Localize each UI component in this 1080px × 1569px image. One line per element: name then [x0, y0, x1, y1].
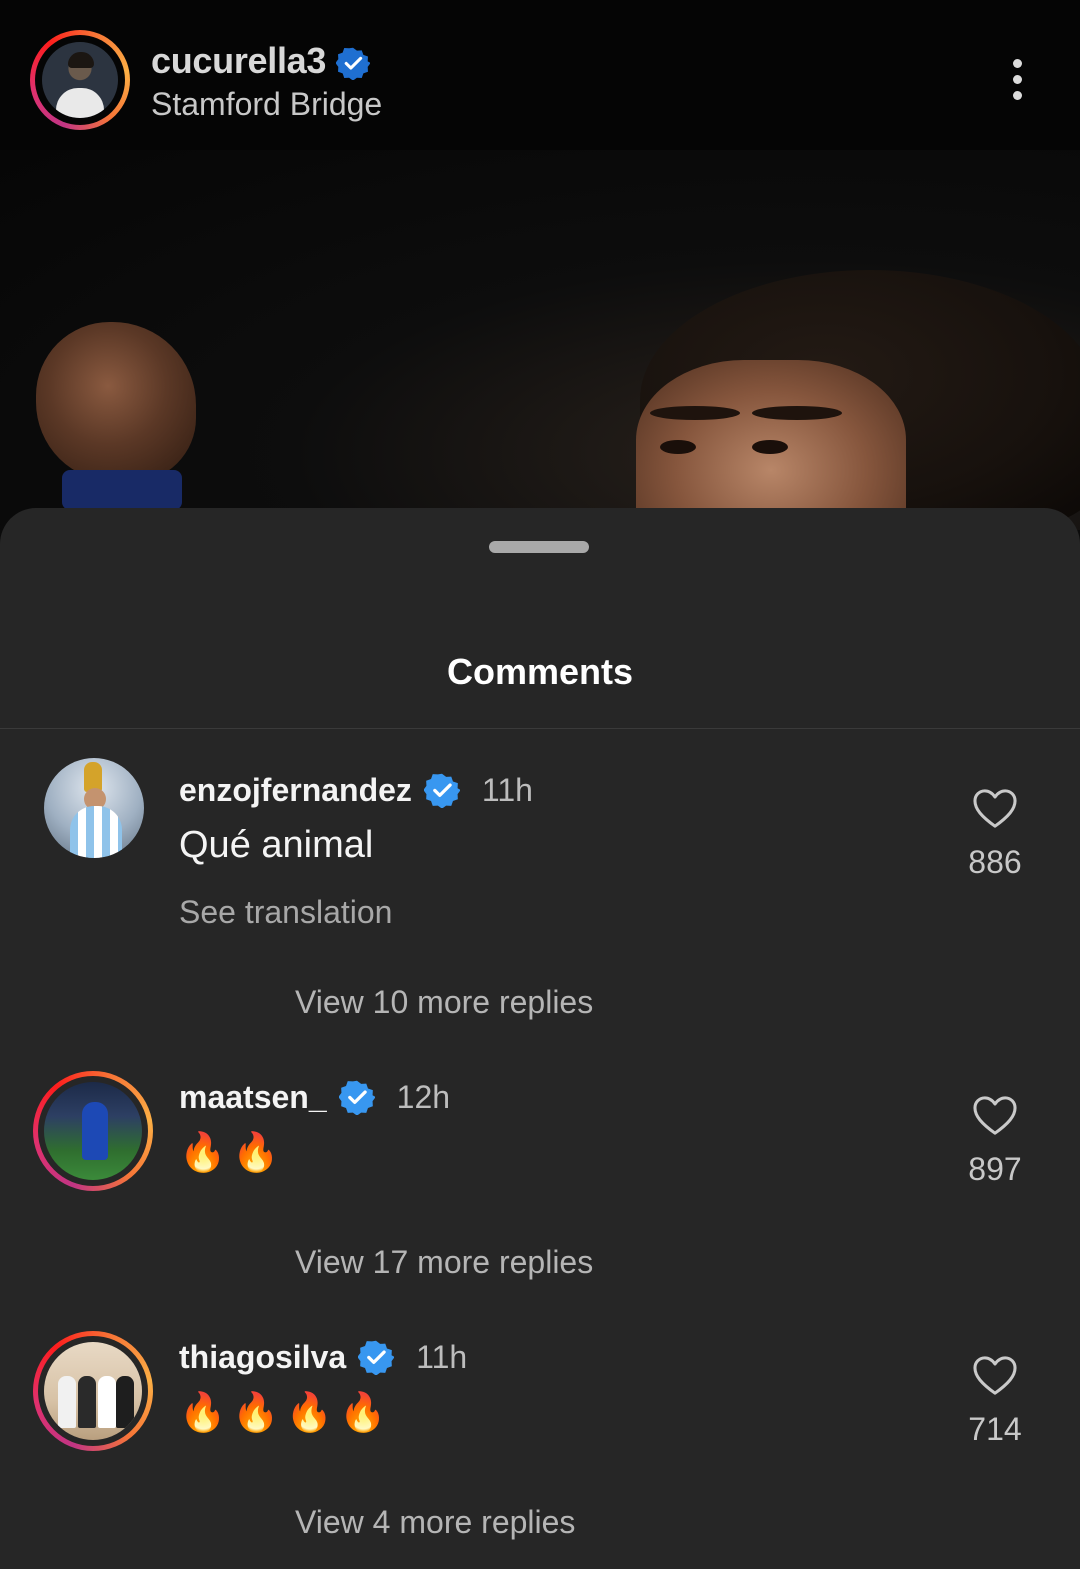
comment-header: enzojfernandez 11h: [179, 772, 533, 809]
right-eye: [752, 440, 788, 454]
commenter-username[interactable]: enzojfernandez: [179, 772, 412, 808]
like-control: 886: [966, 788, 1024, 881]
commenter-username[interactable]: thiagosilva: [179, 1339, 346, 1375]
sleeve: [62, 470, 182, 510]
post-photo[interactable]: [0, 150, 1080, 530]
poster-username-row[interactable]: cucurella3: [151, 40, 371, 82]
more-options-icon[interactable]: [1000, 55, 1036, 105]
like-count: 886: [968, 844, 1022, 880]
like-count: 897: [968, 1151, 1022, 1187]
comment-time: 11h: [481, 772, 533, 808]
comment-header: thiagosilva 11h: [179, 1339, 467, 1376]
like-control: 714: [966, 1355, 1024, 1448]
comment-text: 🔥🔥🔥🔥: [179, 1392, 393, 1434]
comment-text: 🔥🔥: [179, 1132, 286, 1174]
see-translation-link[interactable]: See translation: [179, 894, 392, 931]
raised-fist: [36, 322, 196, 482]
heart-icon[interactable]: [966, 1355, 1024, 1397]
post-location[interactable]: Stamford Bridge: [151, 86, 382, 123]
verified-badge-icon: [336, 46, 371, 81]
view-replies-link[interactable]: View 10 more replies: [295, 984, 593, 1021]
heart-icon[interactable]: [966, 1095, 1024, 1137]
commenter-avatar[interactable]: [44, 1082, 142, 1180]
poster-username[interactable]: cucurella3: [151, 40, 326, 81]
view-replies-link[interactable]: View 17 more replies: [295, 1244, 593, 1281]
comment-time: 11h: [416, 1339, 468, 1375]
commenter-avatar[interactable]: [44, 758, 144, 858]
verified-badge-icon: [338, 1079, 375, 1115]
commenter-avatar[interactable]: [44, 1342, 142, 1440]
like-control: 897: [966, 1095, 1024, 1188]
view-replies-link[interactable]: View 4 more replies: [295, 1504, 575, 1541]
sheet-title: Comments: [446, 651, 634, 692]
drag-handle[interactable]: [489, 541, 589, 553]
left-brow: [650, 406, 740, 420]
poster-avatar[interactable]: [42, 42, 118, 118]
comments-sheet: Comments enzojfernandez 11h Qué animal S…: [0, 508, 1080, 1569]
right-brow: [752, 406, 842, 420]
divider: [0, 728, 1080, 729]
comment-header: maatsen_ 12h: [179, 1079, 450, 1116]
commenter-username[interactable]: maatsen_: [179, 1079, 327, 1115]
post-header: cucurella3 Stamford Bridge: [0, 0, 1080, 150]
heart-icon[interactable]: [966, 788, 1024, 830]
comment-text: Qué animal: [179, 824, 374, 866]
left-eye: [660, 440, 696, 454]
verified-badge-icon: [423, 772, 460, 808]
verified-badge-icon: [358, 1339, 395, 1375]
comment-time: 12h: [396, 1079, 451, 1115]
like-count: 714: [968, 1411, 1022, 1447]
